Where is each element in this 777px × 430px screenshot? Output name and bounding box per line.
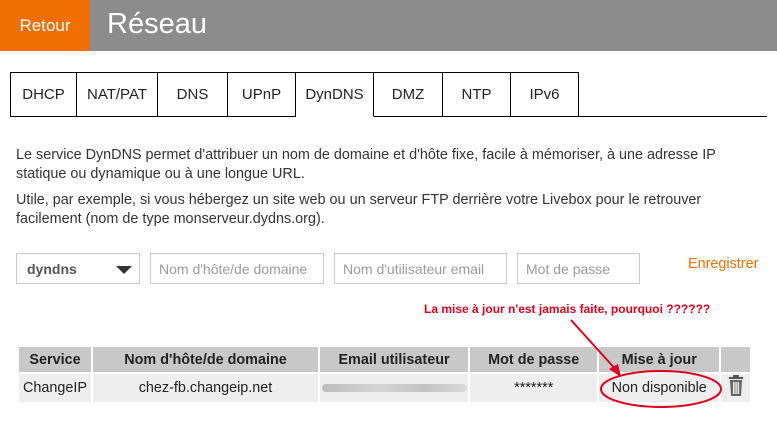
service-select-value: dyndns	[27, 260, 77, 277]
cell-update-status: Non disponible	[597, 372, 722, 404]
tab-dmz[interactable]: DMZ	[374, 72, 443, 117]
password-input[interactable]: Mot de passe	[517, 253, 640, 284]
col-header-host: Nom d'hôte/de domaine	[90, 345, 321, 374]
back-button[interactable]: Retour	[0, 0, 90, 51]
table-row: ChangeIP chez-fb.changeip.net ******* No…	[17, 372, 752, 404]
col-header-update: Mise à jour	[597, 345, 722, 374]
col-header-service: Service	[17, 345, 93, 374]
col-header-password: Mot de passe	[468, 345, 600, 374]
hostname-input[interactable]: Nom d'hôte/de domaine	[150, 253, 324, 284]
dyndns-table: Service Nom d'hôte/de domaine Email util…	[17, 345, 752, 404]
cell-email-redacted	[318, 372, 471, 404]
col-header-actions	[719, 345, 752, 374]
redacted-email	[321, 384, 467, 392]
cell-service: ChangeIP	[17, 372, 93, 404]
tab-dyndns[interactable]: DynDNS	[296, 72, 374, 117]
col-header-email: Email utilisateur	[318, 345, 471, 374]
tab-nat-pat[interactable]: NAT/PAT	[77, 72, 158, 117]
save-button[interactable]: Enregistrer	[688, 256, 758, 272]
chevron-down-icon	[116, 266, 132, 274]
trash-icon[interactable]	[725, 375, 747, 397]
table-header-row: Service Nom d'hôte/de domaine Email util…	[17, 345, 752, 374]
dyndns-usage-note: Utile, par exemple, si vous hébergez un …	[16, 192, 702, 227]
cell-host: chez-fb.changeip.net	[90, 372, 321, 404]
tab-ipv6[interactable]: IPv6	[511, 72, 579, 117]
tab-dns[interactable]: DNS	[158, 72, 228, 117]
cell-actions	[719, 372, 752, 404]
tab-ntp[interactable]: NTP	[443, 72, 511, 117]
page-title: Réseau	[107, 8, 207, 40]
user-annotation-text: La mise à jour n'est jamais faite, pourq…	[424, 302, 711, 316]
tab-bar: DHCP NAT/PAT DNS UPnP DynDNS DMZ NTP IPv…	[10, 72, 767, 117]
tab-upnp[interactable]: UPnP	[228, 72, 296, 117]
page-header: Retour Réseau	[0, 0, 777, 51]
tab-dhcp[interactable]: DHCP	[10, 72, 77, 117]
service-select[interactable]: dyndns	[16, 253, 140, 284]
username-email-input[interactable]: Nom d'utilisateur email	[334, 253, 507, 284]
dyndns-description: Le service DynDNS permet d'attribuer un …	[16, 147, 716, 182]
cell-password: *******	[468, 372, 600, 404]
